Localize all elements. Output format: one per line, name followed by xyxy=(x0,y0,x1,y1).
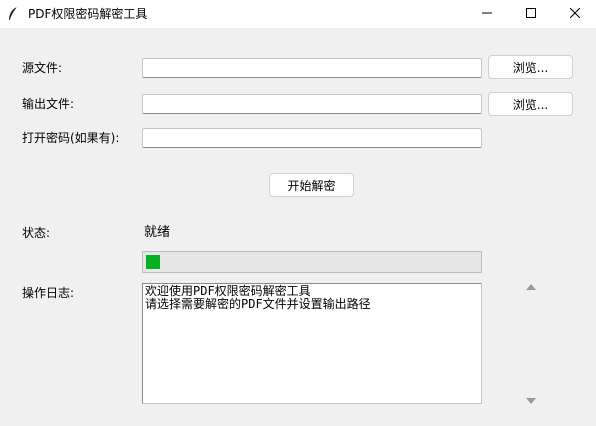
log-scrollbar[interactable] xyxy=(522,280,540,408)
status-label: 状态: xyxy=(22,226,51,240)
close-icon xyxy=(569,7,581,21)
progress-bar xyxy=(142,251,482,273)
window-title: PDF权限密码解密工具 xyxy=(28,7,148,21)
password-label: 打开密码(如果有): xyxy=(22,131,120,145)
output-browse-button[interactable]: 浏览... xyxy=(488,92,573,116)
log-line: 请选择需要解密的PDF文件并设置输出路径 xyxy=(145,297,371,311)
output-file-label: 输出文件: xyxy=(22,97,75,111)
scroll-down-arrow-icon[interactable] xyxy=(526,398,536,404)
maximize-button[interactable] xyxy=(508,0,554,28)
close-button[interactable] xyxy=(552,0,596,28)
minimize-icon xyxy=(482,7,492,21)
title-bar[interactable]: PDF权限密码解密工具 xyxy=(0,0,596,28)
feather-icon xyxy=(6,6,20,22)
status-value: 就绪 xyxy=(144,225,171,240)
source-file-label: 源文件: xyxy=(22,61,63,75)
password-input[interactable] xyxy=(142,128,482,148)
log-textbox[interactable]: 欢迎使用PDF权限密码解密工具 请选择需要解密的PDF文件并设置输出路径 xyxy=(142,283,482,404)
progress-bar-fill xyxy=(146,255,160,269)
start-decrypt-button[interactable]: 开始解密 xyxy=(269,173,354,197)
source-file-input[interactable] xyxy=(142,58,482,78)
scroll-up-arrow-icon[interactable] xyxy=(526,284,536,290)
output-file-input[interactable] xyxy=(142,94,482,114)
maximize-icon xyxy=(526,7,536,21)
log-label: 操作日志: xyxy=(22,286,75,300)
minimize-button[interactable] xyxy=(464,0,510,28)
source-browse-button[interactable]: 浏览... xyxy=(488,55,573,79)
